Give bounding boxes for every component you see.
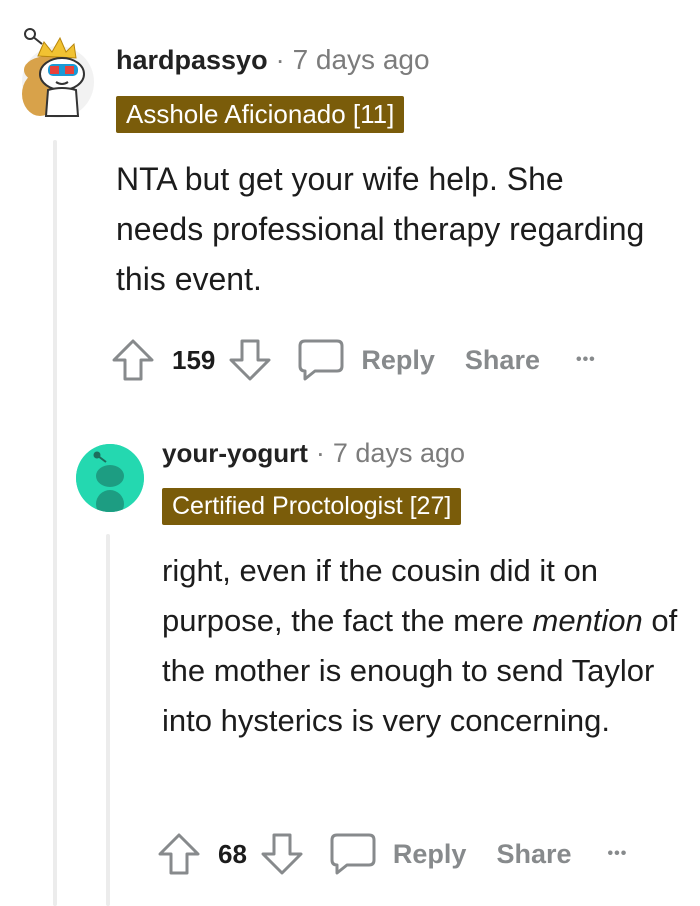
timestamp[interactable]: 7 days ago (293, 44, 430, 76)
speech-bubble-icon (298, 339, 344, 381)
thread-line-primary[interactable] (53, 140, 57, 906)
upvote-button[interactable] (110, 337, 156, 383)
comment-body: right, even if the cousin did it on purp… (162, 546, 698, 746)
share-button[interactable]: Share (496, 839, 571, 870)
arrow-up-icon (112, 339, 154, 381)
reply-icon-button[interactable] (297, 338, 345, 382)
arrow-up-icon (158, 833, 200, 875)
user-avatar[interactable] (76, 444, 144, 512)
vote-count: 159 (172, 344, 216, 375)
thread-line-nested[interactable] (106, 534, 110, 906)
comment-text: NTA but get your wife help. She needs pr… (116, 161, 645, 297)
timestamp[interactable]: 7 days ago (333, 438, 465, 469)
comment-text: right, even if the cousin did it on purp… (162, 546, 698, 746)
comment-text-emphasis: mention (532, 603, 643, 638)
user-flair: Asshole Aficionado [11] (116, 96, 405, 133)
comment-body: NTA but get your wife help. She needs pr… (116, 154, 656, 304)
downvote-button[interactable] (259, 831, 305, 877)
snoo-avatar-icon (76, 444, 144, 512)
arrow-down-icon (229, 339, 271, 381)
more-options-button[interactable]: ••• (576, 351, 596, 369)
user-avatar[interactable] (18, 26, 94, 122)
reply-icon-button[interactable] (329, 832, 377, 876)
user-flair: Certified Proctologist [27] (162, 488, 462, 525)
vote-count: 68 (218, 838, 247, 869)
comment-actions: 68 Reply Share ••• (156, 830, 627, 878)
snoo-avatar-icon (22, 28, 94, 118)
arrow-down-icon (261, 833, 303, 875)
reply-button[interactable]: Reply (393, 839, 467, 870)
comment-actions: 159 Reply Share ••• (110, 336, 596, 384)
reply-button[interactable]: Reply (361, 345, 435, 376)
speech-bubble-icon (330, 833, 376, 875)
username[interactable]: hardpassyo (116, 45, 268, 76)
separator-dot: · (275, 45, 285, 75)
upvote-button[interactable] (156, 831, 202, 877)
share-button[interactable]: Share (465, 345, 540, 376)
downvote-button[interactable] (227, 337, 273, 383)
comment-header: your-yogurt · 7 days ago (162, 438, 465, 469)
username[interactable]: your-yogurt (162, 438, 308, 469)
separator-dot: · (315, 438, 325, 468)
comment-header: hardpassyo · 7 days ago (116, 44, 430, 76)
more-options-button[interactable]: ••• (608, 845, 628, 863)
